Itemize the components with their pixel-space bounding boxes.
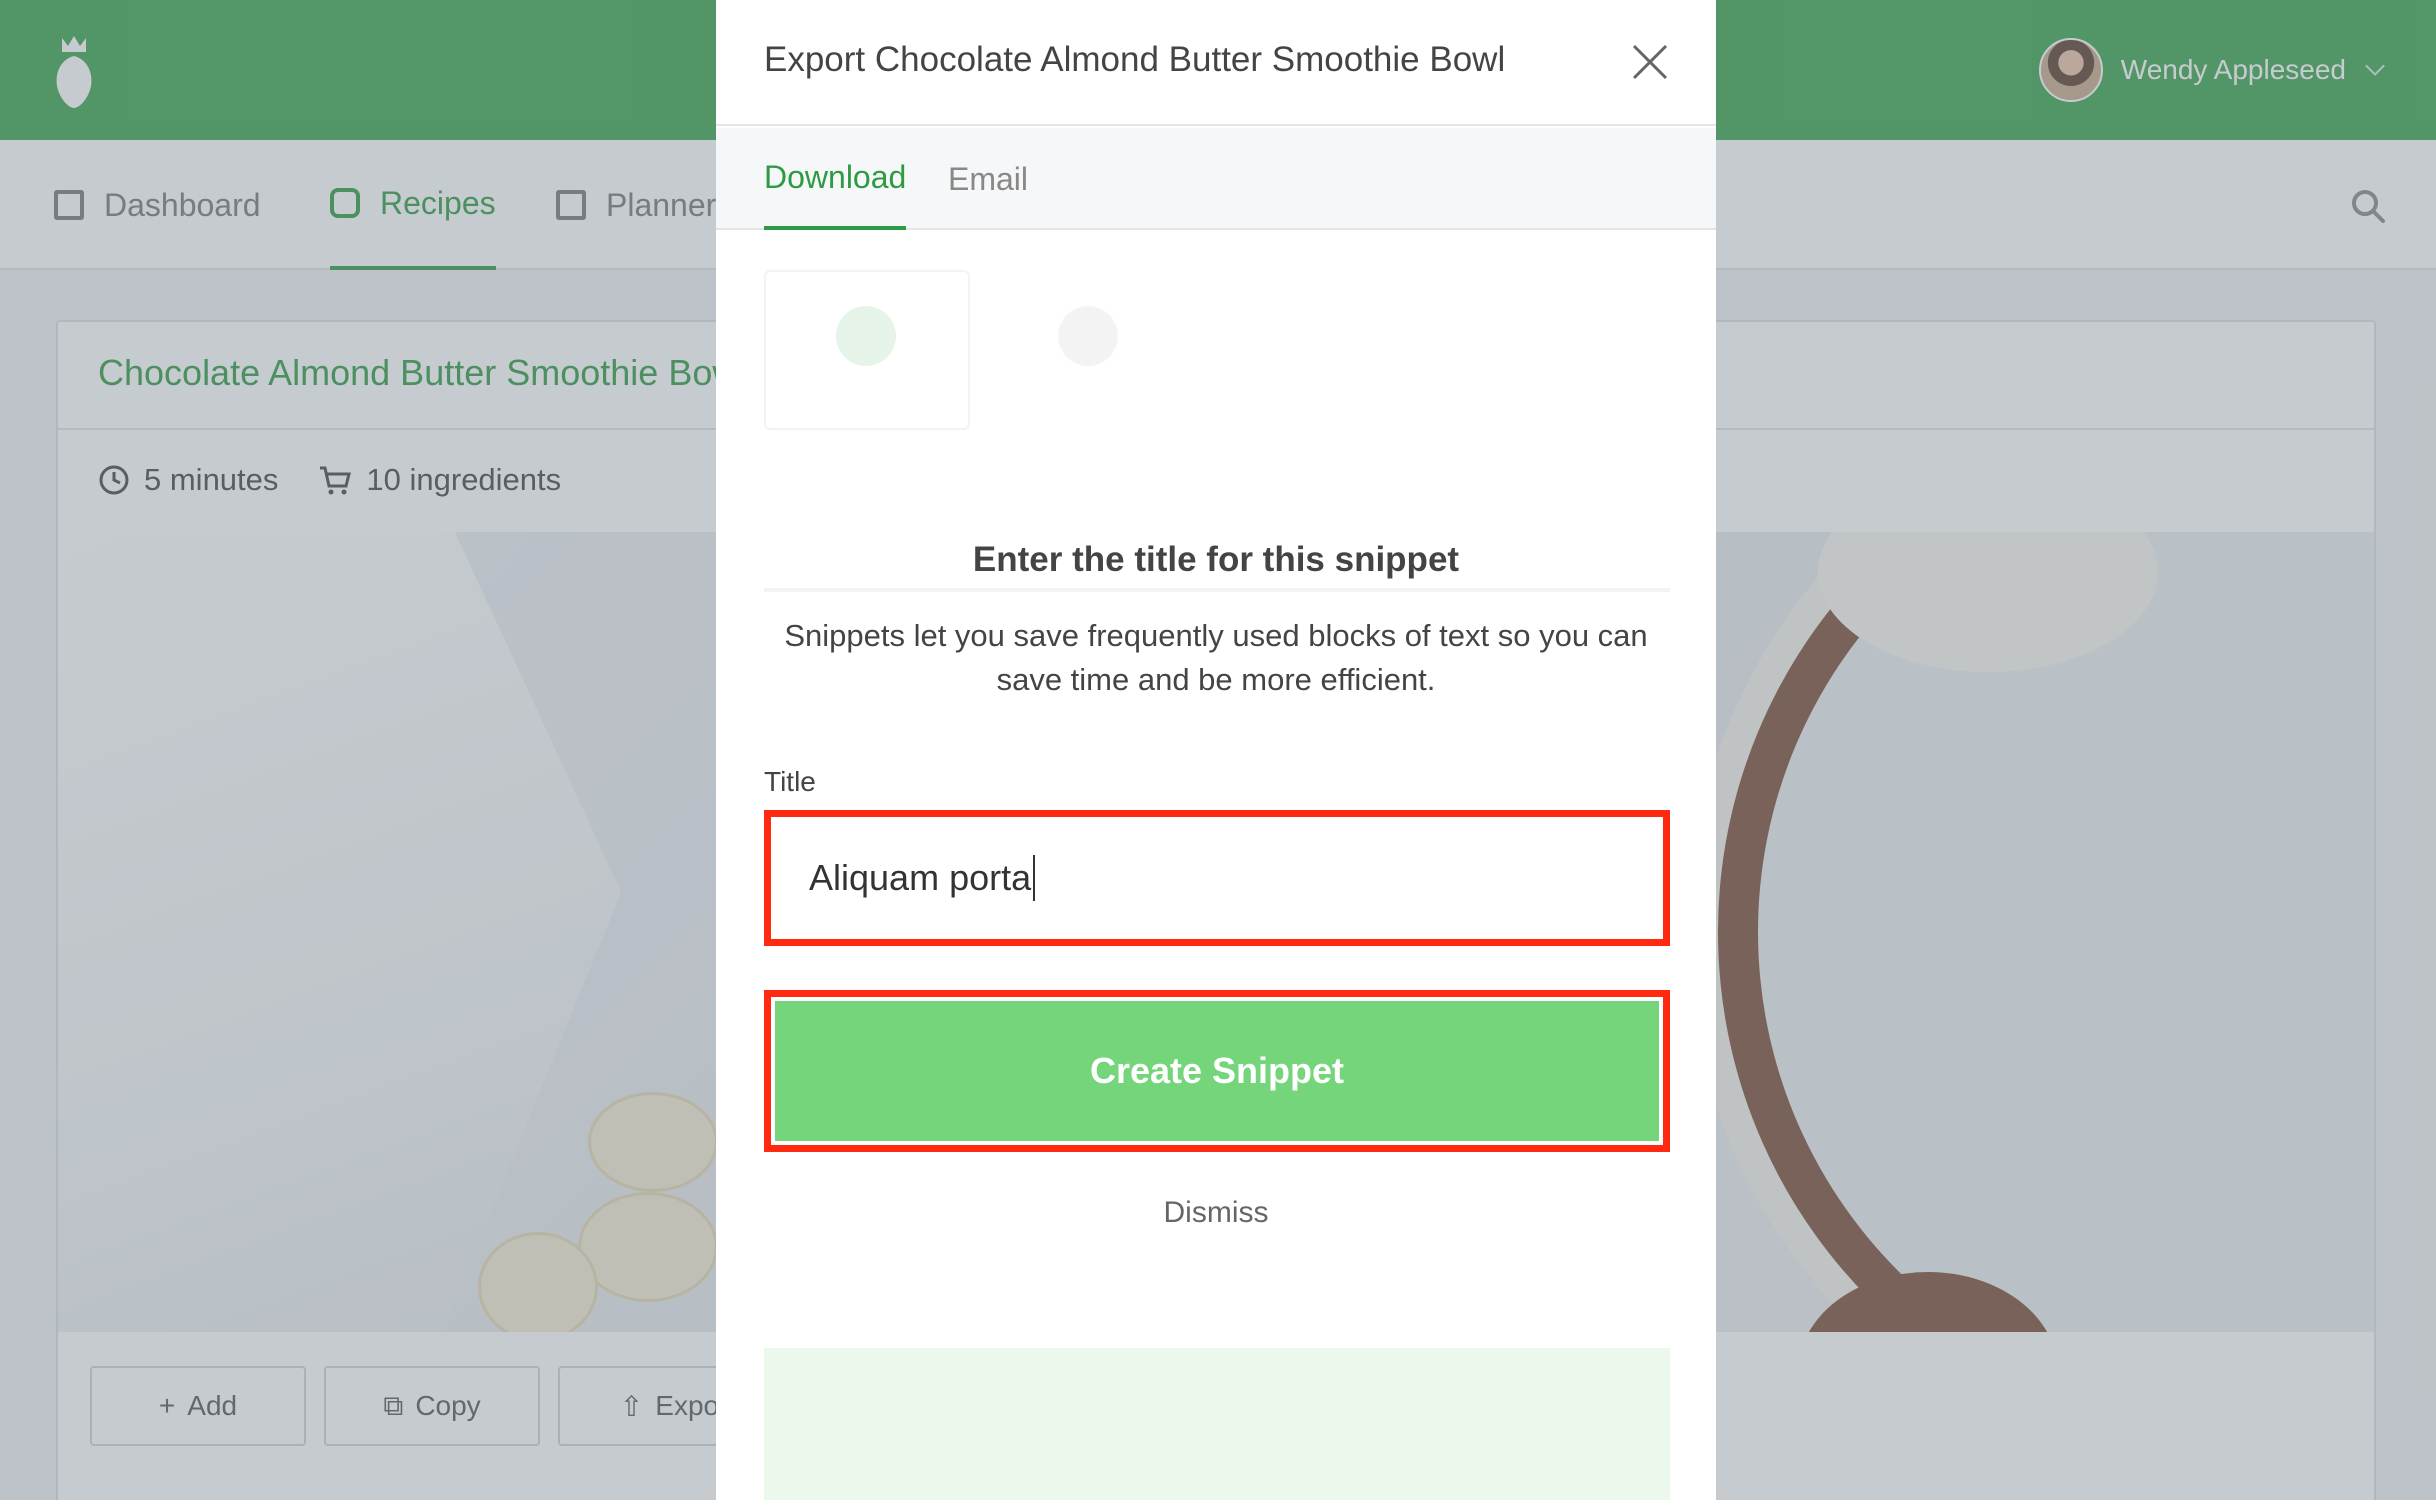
dismiss-link[interactable]: Dismiss (716, 1196, 1716, 1230)
create-snippet-button[interactable]: Create Snippet (764, 990, 1670, 1152)
tab-download[interactable]: Download (764, 128, 907, 230)
snippet-title-value: Aliquam porta (809, 857, 1032, 898)
snippet-title-input[interactable]: Aliquam porta (764, 810, 1670, 946)
divider (764, 588, 1670, 592)
snippet-heading: Enter the title for this snippet (972, 540, 1460, 579)
modal-tabs: Download Email (716, 128, 1716, 230)
tab-email[interactable]: Email (948, 128, 1028, 230)
faded-action-button (764, 1348, 1670, 1500)
modal-title: Export Chocolate Almond Butter Smoothie … (764, 40, 1506, 79)
title-label: Title (764, 766, 816, 797)
snippet-description: Snippets let you save frequently used bl… (784, 618, 1648, 697)
close-icon[interactable] (1630, 42, 1670, 82)
format-option-icon (836, 306, 896, 366)
create-snippet-label: Create Snippet (771, 997, 1663, 1145)
text-cursor (1033, 855, 1036, 901)
format-option-icon (1058, 306, 1118, 366)
modal-header: Export Chocolate Almond Butter Smoothie … (716, 0, 1716, 126)
export-modal: Export Chocolate Almond Butter Smoothie … (716, 0, 1716, 1500)
